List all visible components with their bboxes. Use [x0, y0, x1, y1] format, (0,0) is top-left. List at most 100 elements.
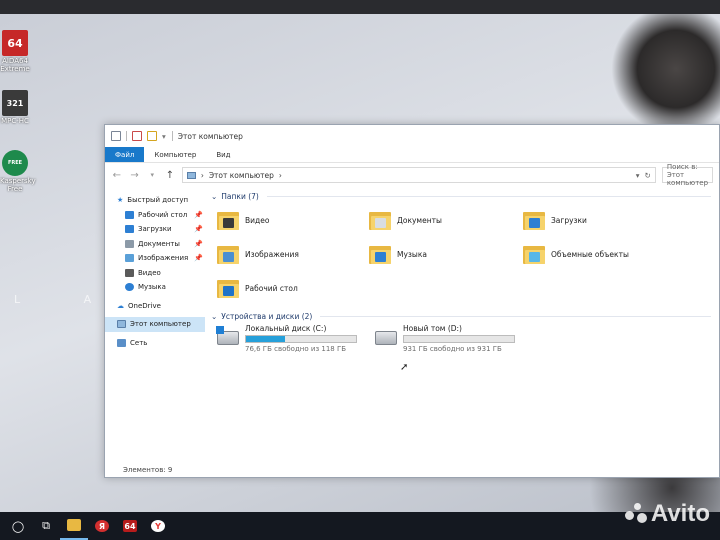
nav-label: Музыка: [138, 283, 166, 292]
taskbar-explorer-button[interactable]: [60, 512, 88, 540]
folder-item[interactable]: Изображения: [217, 237, 369, 271]
quick-access-icon[interactable]: [111, 131, 121, 141]
group-title: Устройства и диски (2): [221, 311, 313, 321]
kaspersky-icon: FREE: [2, 150, 28, 176]
up-icon[interactable]: ↑: [164, 170, 176, 181]
drive-free-space: 931 ГБ свободно из 931 ГБ: [403, 344, 502, 353]
tab-file[interactable]: Файл: [105, 147, 145, 162]
pin-icon: 📌: [194, 210, 203, 219]
documents-folder-icon: [369, 210, 391, 230]
taskbar-yandex-button[interactable]: Я: [88, 512, 116, 540]
nav-label: Быстрый доступ: [127, 196, 189, 205]
breadcrumb-chevron-icon[interactable]: ›: [201, 171, 204, 180]
search-icon: ◯: [11, 519, 25, 533]
nav-label: Видео: [138, 268, 161, 277]
watermark-text: Avito: [650, 500, 710, 527]
folder-label: Объемные объекты: [551, 249, 629, 259]
nav-item-pictures[interactable]: Изображения 📌: [105, 251, 205, 266]
nav-quick-access[interactable]: ★ Быстрый доступ: [105, 193, 205, 208]
nav-item-network[interactable]: Сеть: [105, 336, 205, 351]
drive-usage-bar: [245, 334, 357, 343]
avito-logo-icon: [624, 503, 647, 525]
drives-group-header[interactable]: ⌄ Устройства и диски (2): [211, 309, 719, 323]
explorer-body: ★ Быстрый доступ Рабочий стол 📌 Загрузки…: [105, 187, 719, 463]
yandex-browser-icon: Y: [151, 520, 165, 532]
taskbar: ◯ ⧉ Я 64 Y: [0, 512, 720, 540]
drive-name: Локальный диск (C:): [245, 323, 327, 333]
nav-item-documents[interactable]: Документы 📌: [105, 237, 205, 252]
recent-locations-icon[interactable]: ▾: [146, 171, 158, 179]
aida64-icon: 64: [123, 520, 137, 532]
drive-icon: [375, 331, 397, 345]
ribbon-tabs: Файл Компьютер Вид: [105, 147, 719, 163]
download-icon: [125, 225, 134, 234]
folder-icon: [67, 519, 81, 531]
customize-toolbar-icon[interactable]: ▾: [162, 132, 166, 141]
pictures-folder-icon: [217, 244, 239, 264]
nav-item-desktop[interactable]: Рабочий стол 📌: [105, 208, 205, 223]
collapse-icon[interactable]: ⌄: [211, 192, 217, 201]
nav-item-onedrive[interactable]: ☁ OneDrive: [105, 299, 205, 314]
divider: [320, 315, 711, 317]
nav-item-videos[interactable]: Видео: [105, 266, 205, 281]
drive-usage-bar: [403, 334, 515, 343]
folder-label: Рабочий стол: [245, 283, 298, 293]
folder-item[interactable]: Видео: [217, 203, 369, 237]
divider: [171, 131, 173, 141]
desktop-icon-kaspersky[interactable]: FREE Kaspersky Free: [0, 150, 36, 193]
desktop-icon-mpc-hc[interactable]: 321 MPC-HC: [0, 90, 30, 125]
computer-icon: [117, 320, 126, 329]
nav-item-downloads[interactable]: Загрузки 📌: [105, 222, 205, 237]
wallpaper-art: [610, 14, 720, 124]
refresh-icon[interactable]: ↻: [645, 171, 651, 180]
desktop-icon-aida64[interactable]: 64 AIDA64 Extreme: [0, 30, 30, 73]
nav-label: Загрузки: [138, 225, 172, 234]
address-field[interactable]: › Этот компьютер › ▾ ↻: [181, 167, 656, 183]
drive-item[interactable]: Локальный диск (C:) 76,6 ГБ свободно из 1…: [216, 323, 365, 353]
taskbar-yandex-browser-button[interactable]: Y: [144, 512, 172, 540]
avito-watermark: Avito: [624, 500, 710, 528]
folder-label: Документы: [397, 215, 442, 225]
yandex-icon: Я: [95, 520, 109, 532]
folder-item[interactable]: Музыка: [369, 237, 523, 271]
collapse-icon[interactable]: ⌄: [211, 312, 217, 321]
task-view-button[interactable]: ⧉: [32, 512, 60, 540]
computer-icon: [186, 171, 196, 179]
taskbar-aida64-button[interactable]: 64: [116, 512, 144, 540]
system-drive-icon: [216, 326, 239, 345]
forward-icon[interactable]: →: [129, 170, 141, 181]
group-title: Папки (7): [221, 191, 259, 201]
back-icon[interactable]: ←: [111, 170, 123, 181]
folders-grid: Видео Документы Загрузки Изображения Музыка О…: [211, 203, 719, 305]
drive-item[interactable]: Новый том (D:) 931 ГБ свободно из 931 ГБ: [375, 323, 523, 353]
desktop-icon-label: Kaspersky Free: [0, 177, 36, 193]
nav-label: Этот компьютер: [130, 320, 191, 329]
drives-list: Локальный диск (C:) 76,6 ГБ свободно из 1…: [211, 323, 719, 353]
music-icon: [125, 283, 134, 292]
folder-item[interactable]: Рабочий стол: [217, 271, 369, 305]
nav-item-music[interactable]: Музыка: [105, 280, 205, 295]
desktop-icon-label: MPC-HC: [1, 117, 29, 125]
new-folder-icon[interactable]: [147, 131, 157, 141]
folder-item[interactable]: Документы: [369, 203, 523, 237]
folder-item[interactable]: Объемные объекты: [523, 237, 713, 271]
desktop-folder-icon: [217, 278, 239, 298]
pin-icon: 📌: [194, 239, 203, 248]
search-button[interactable]: ◯: [4, 512, 32, 540]
breadcrumb-chevron-icon[interactable]: ›: [279, 171, 282, 180]
music-folder-icon: [369, 244, 391, 264]
divider: [266, 195, 711, 197]
nav-item-this-pc[interactable]: Этот компьютер: [105, 317, 205, 332]
downloads-folder-icon: [523, 210, 545, 230]
dropdown-icon[interactable]: ▾: [636, 171, 640, 180]
breadcrumb[interactable]: Этот компьютер: [209, 171, 274, 180]
properties-icon[interactable]: [132, 131, 142, 141]
nav-label: Изображения: [138, 254, 189, 263]
search-input[interactable]: Поиск в: Этот компьютер: [661, 163, 714, 187]
drive-usage-fill: [246, 335, 285, 342]
folder-item[interactable]: Загрузки: [523, 203, 713, 237]
folders-group-header[interactable]: ⌄ Папки (7): [211, 189, 719, 203]
tab-computer[interactable]: Компьютер: [144, 147, 206, 162]
tab-view[interactable]: Вид: [206, 147, 240, 162]
cloud-icon: ☁: [117, 301, 124, 310]
